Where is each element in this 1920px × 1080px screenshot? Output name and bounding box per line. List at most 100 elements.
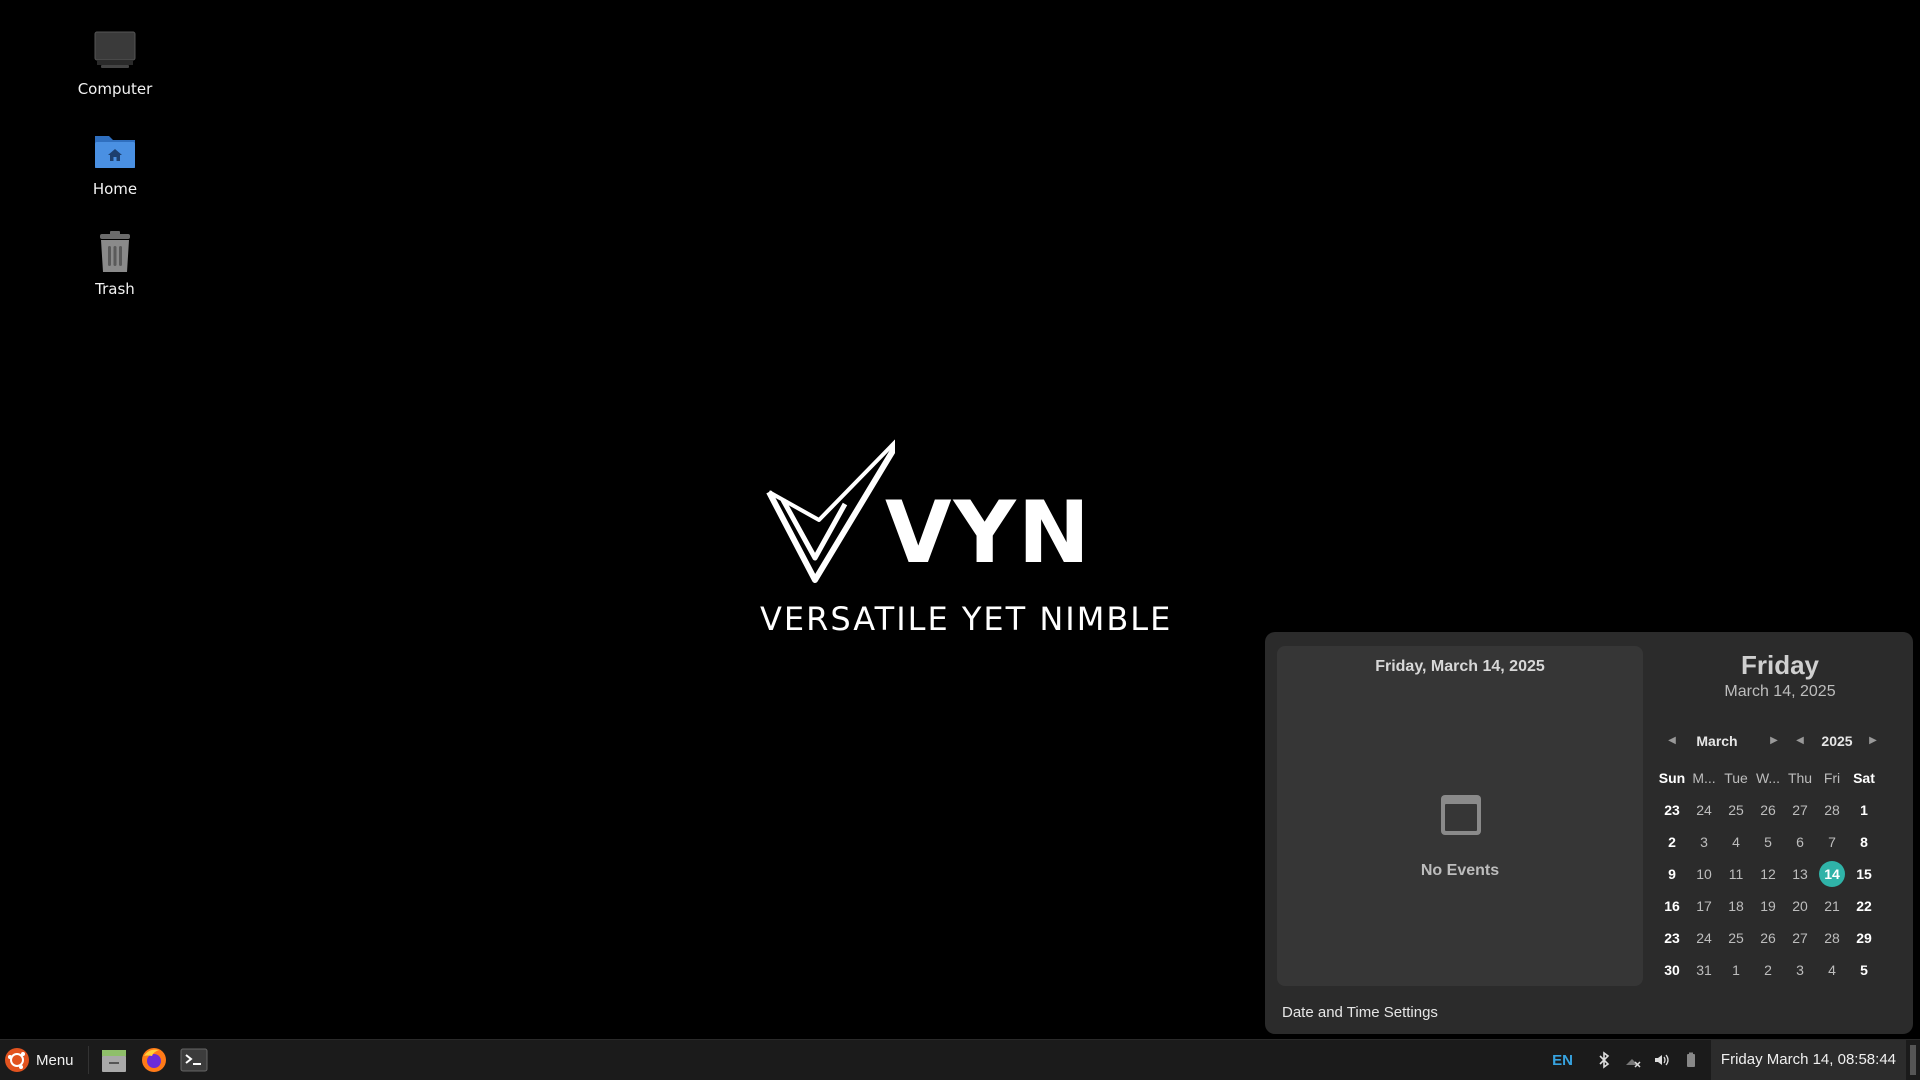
next-year-arrow-icon[interactable]: ▶: [1866, 734, 1880, 748]
calendar-nav: ◀ March ▶ ◀ 2025 ▶: [1655, 732, 1905, 752]
wallpaper-logo: VYN VERSATILE YET NIMBLE: [755, 430, 1170, 640]
date-time-settings-link[interactable]: Date and Time Settings: [1282, 1004, 1438, 1021]
day-header: M...: [1692, 770, 1716, 786]
calendar-day[interactable]: 4: [1816, 957, 1848, 983]
calendar-day[interactable]: 17: [1688, 893, 1720, 919]
menu-logo-icon: [5, 1048, 29, 1072]
events-date: Friday, March 14, 2025: [1375, 658, 1545, 675]
logo-tagline: VERSATILE YET NIMBLE: [760, 600, 1173, 638]
calendar-day[interactable]: 20: [1784, 893, 1816, 919]
desktop-icon-label: Trash: [95, 280, 135, 298]
day-header: W...: [1755, 770, 1781, 786]
calendar-week-row: 2345678: [1656, 826, 1908, 858]
calendar-day[interactable]: 25: [1720, 797, 1752, 823]
calendar-day[interactable]: 1: [1848, 797, 1880, 823]
calendar-day[interactable]: 9: [1656, 861, 1688, 887]
calendar-empty-icon: [1441, 795, 1481, 835]
day-header: Sat: [1853, 770, 1875, 786]
calendar-day[interactable]: 11: [1720, 861, 1752, 887]
calendar-day[interactable]: 22: [1848, 893, 1880, 919]
calendar-day-today[interactable]: 14: [1819, 861, 1845, 887]
calendar-week-row: 16 17 18 19 20 21 22: [1656, 890, 1908, 922]
calendar-day[interactable]: 28: [1816, 797, 1848, 823]
network-disconnected-icon[interactable]: [1624, 1051, 1642, 1069]
terminal-icon[interactable]: [179, 1046, 209, 1074]
trash-icon: [100, 231, 130, 272]
calendar-day[interactable]: 19: [1752, 893, 1784, 919]
no-events-label: No Events: [1420, 862, 1500, 879]
calendar-day[interactable]: 5: [1848, 957, 1880, 983]
calendar-day[interactable]: 3: [1784, 957, 1816, 983]
desktop-icon-label: Home: [92, 180, 138, 198]
day-header: Tue: [1724, 770, 1748, 786]
calendar-full-date: March 14, 2025: [1724, 683, 1836, 700]
day-header: Thu: [1787, 770, 1813, 786]
calendar-grid: Sun M... Tue W... Thu Fri Sat 23 24 25 26 27 28 1 2 3 4…: [1656, 762, 1908, 986]
calendar-day[interactable]: 4: [1720, 829, 1752, 855]
calendar-day[interactable]: 16: [1656, 893, 1688, 919]
calendar-day[interactable]: 26: [1752, 797, 1784, 823]
taskbar-clock[interactable]: Friday March 14, 08:58:44: [1710, 1040, 1906, 1080]
calendar-day[interactable]: 18: [1720, 893, 1752, 919]
desktop-icon-computer[interactable]: Computer: [50, 28, 180, 98]
calendar-day[interactable]: 27: [1784, 797, 1816, 823]
vyn-checkmark-logo: [766, 439, 895, 583]
calendar-day[interactable]: 13: [1784, 861, 1816, 887]
events-pane: Friday, March 14, 2025 No Events: [1277, 646, 1643, 986]
calendar-day[interactable]: 23: [1656, 797, 1688, 823]
day-header: Sun: [1658, 770, 1686, 786]
menu-button[interactable]: Menu: [4, 1045, 74, 1075]
calendar-week-row: 23 24 25 26 27 28 1: [1656, 794, 1908, 826]
prev-year-arrow-icon[interactable]: ◀: [1793, 734, 1807, 748]
bluetooth-icon[interactable]: [1595, 1051, 1613, 1069]
volume-icon[interactable]: [1653, 1051, 1671, 1069]
calendar-day[interactable]: 26: [1752, 925, 1784, 951]
calendar-day[interactable]: 24: [1688, 797, 1720, 823]
calendar-day[interactable]: 31: [1688, 957, 1720, 983]
calendar-day[interactable]: 27: [1784, 925, 1816, 951]
calendar-day[interactable]: 21: [1816, 893, 1848, 919]
calendar-day[interactable]: 12: [1752, 861, 1784, 887]
day-header-row: Sun M... Tue W... Thu Fri Sat: [1656, 762, 1908, 794]
calendar-day[interactable]: 30: [1656, 957, 1688, 983]
calendar-week-row: 23 24 25 26 27 28 29: [1656, 922, 1908, 954]
calendar-day[interactable]: 8: [1848, 829, 1880, 855]
year-label: 2025: [1821, 733, 1853, 749]
firefox-icon[interactable]: [139, 1046, 169, 1074]
desktop-icon-home[interactable]: Home: [50, 128, 180, 198]
calendar-day[interactable]: 7: [1816, 829, 1848, 855]
desktop-icon-trash[interactable]: Trash: [50, 228, 180, 298]
home-folder-icon: [95, 136, 135, 168]
taskbar-separator: [88, 1046, 89, 1074]
taskbar: Menu EN Friday March 14, 08:58:44: [0, 1039, 1920, 1080]
calendar-day[interactable]: 6: [1784, 829, 1816, 855]
menu-label: Menu: [36, 1051, 74, 1069]
calendar-day[interactable]: 29: [1848, 925, 1880, 951]
calendar-day[interactable]: 15: [1848, 861, 1880, 887]
show-desktop-button[interactable]: [1910, 1045, 1916, 1075]
calendar-day[interactable]: 25: [1720, 925, 1752, 951]
keyboard-layout-indicator[interactable]: EN: [1552, 1052, 1573, 1069]
prev-month-arrow-icon[interactable]: ◀: [1665, 734, 1679, 748]
computer-icon: [94, 31, 136, 68]
calendar-day[interactable]: 10: [1688, 861, 1720, 887]
battery-icon[interactable]: [1682, 1051, 1700, 1069]
calendar-week-row: 30 31 1 2 3 4 5: [1656, 954, 1908, 986]
calendar-day[interactable]: 5: [1752, 829, 1784, 855]
calendar-week-row: 9 10 11 12 13 14 15: [1656, 858, 1908, 890]
calendar-day[interactable]: 3: [1688, 829, 1720, 855]
calendar-day[interactable]: 2: [1656, 829, 1688, 855]
next-month-arrow-icon[interactable]: ▶: [1767, 734, 1781, 748]
calendar-popup: Friday, March 14, 2025 No Events Date an…: [1265, 632, 1913, 1034]
calendar-day[interactable]: 1: [1720, 957, 1752, 983]
calendar-day[interactable]: 23: [1656, 925, 1688, 951]
day-header: Fri: [1823, 770, 1841, 786]
calendar-day[interactable]: 2: [1752, 957, 1784, 983]
desktop-icon-label: Computer: [77, 80, 153, 98]
file-manager-icon[interactable]: [99, 1046, 129, 1074]
calendar-day[interactable]: 24: [1688, 925, 1720, 951]
calendar-day[interactable]: 28: [1816, 925, 1848, 951]
calendar-weekday: Friday: [1740, 650, 1820, 680]
system-tray: EN Friday March 14, 08:58:44: [1552, 1040, 1920, 1080]
logo-wordmark: VYN: [885, 483, 1092, 583]
